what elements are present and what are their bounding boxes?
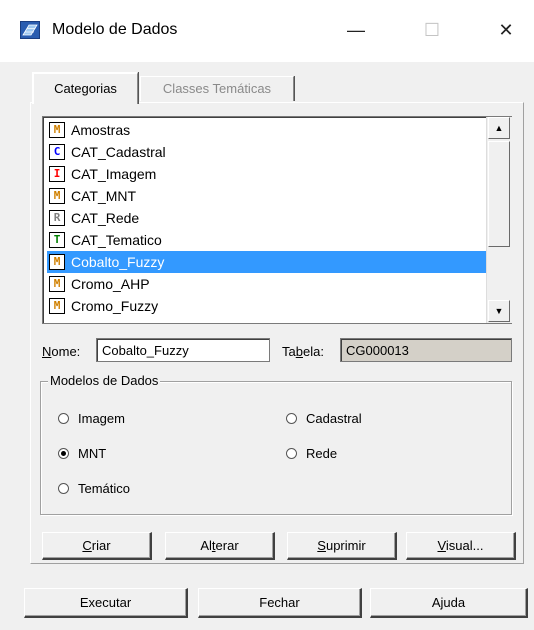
nome-label: Nome: — [42, 344, 81, 359]
model-i-icon: I — [49, 166, 65, 182]
minimize-button[interactable]: — — [336, 12, 376, 48]
visual-button[interactable]: Visual... — [406, 532, 516, 560]
model-m-icon: M — [49, 298, 65, 314]
model-m-icon: M — [49, 254, 65, 270]
scroll-down-icon[interactable]: ▼ — [488, 300, 510, 322]
executar-button[interactable]: Executar — [24, 588, 188, 618]
model-r-icon: R — [49, 210, 65, 226]
list-item-label: CAT_Tematico — [71, 232, 162, 248]
alterar-button[interactable]: Alterar — [165, 532, 275, 560]
list-item-label: CAT_MNT — [71, 188, 137, 204]
close-button[interactable]: ✕ — [486, 12, 526, 48]
tabela-label: Tabela: — [282, 344, 324, 359]
model-m-icon: M — [49, 188, 65, 204]
radio-checked-icon — [58, 448, 69, 459]
criar-button[interactable]: Criar — [42, 532, 152, 560]
list-item-label: Cobalto_Fuzzy — [71, 254, 165, 270]
list-item[interactable]: I CAT_Imagem — [47, 163, 487, 185]
list-item-selected[interactable]: M Cobalto_Fuzzy — [47, 251, 487, 273]
list-item[interactable]: R CAT_Rede — [47, 207, 487, 229]
tab-classes-tematicas[interactable]: Classes Temáticas — [140, 76, 294, 101]
radio-icon — [286, 413, 297, 424]
category-list[interactable]: M Amostras C CAT_Cadastral I CAT_Imagem … — [42, 116, 512, 324]
scroll-up-icon[interactable]: ▲ — [488, 117, 510, 139]
list-item[interactable]: T CAT_Tematico — [47, 229, 487, 251]
list-item-label: CAT_Rede — [71, 210, 140, 226]
list-item-label: CAT_Cadastral — [71, 144, 166, 160]
title-bar: Modelo de Dados — ☐ ✕ — [0, 0, 534, 62]
tabela-field: CG000013 — [340, 338, 512, 362]
list-scrollbar[interactable]: ▲ ▼ — [486, 117, 512, 323]
list-item-label: Cromo_Fuzzy — [71, 298, 159, 314]
model-c-icon: C — [49, 144, 65, 160]
list-item-label: CAT_Imagem — [71, 166, 157, 182]
list-item-label: Cromo_AHP — [71, 276, 150, 292]
ajuda-button[interactable]: Ajuda — [370, 588, 528, 618]
list-item[interactable]: C CAT_Cadastral — [47, 141, 487, 163]
scroll-thumb[interactable] — [488, 141, 510, 247]
modelos-legend: Modelos de Dados — [48, 373, 161, 388]
window-title: Modelo de Dados — [52, 21, 178, 38]
radio-icon — [286, 448, 297, 459]
nome-field[interactable]: Cobalto_Fuzzy — [96, 338, 270, 362]
layers-icon — [20, 21, 40, 39]
maximize-button[interactable]: ☐ — [412, 12, 452, 48]
tab-categorias[interactable]: Categorias — [32, 72, 138, 104]
list-item[interactable]: M Amostras — [47, 119, 487, 141]
model-m-icon: M — [49, 122, 65, 138]
suprimir-button[interactable]: Suprimir — [287, 532, 397, 560]
fechar-button[interactable]: Fechar — [198, 588, 362, 618]
radio-icon — [58, 413, 69, 424]
list-item[interactable]: M Cromo_Fuzzy — [47, 295, 487, 317]
list-item[interactable]: M CAT_MNT — [47, 185, 487, 207]
model-m-icon: M — [49, 276, 65, 292]
radio-icon — [58, 483, 69, 494]
model-t-icon: T — [49, 232, 65, 248]
list-item-label: Amostras — [71, 122, 131, 138]
list-item[interactable]: M Cromo_AHP — [47, 273, 487, 295]
